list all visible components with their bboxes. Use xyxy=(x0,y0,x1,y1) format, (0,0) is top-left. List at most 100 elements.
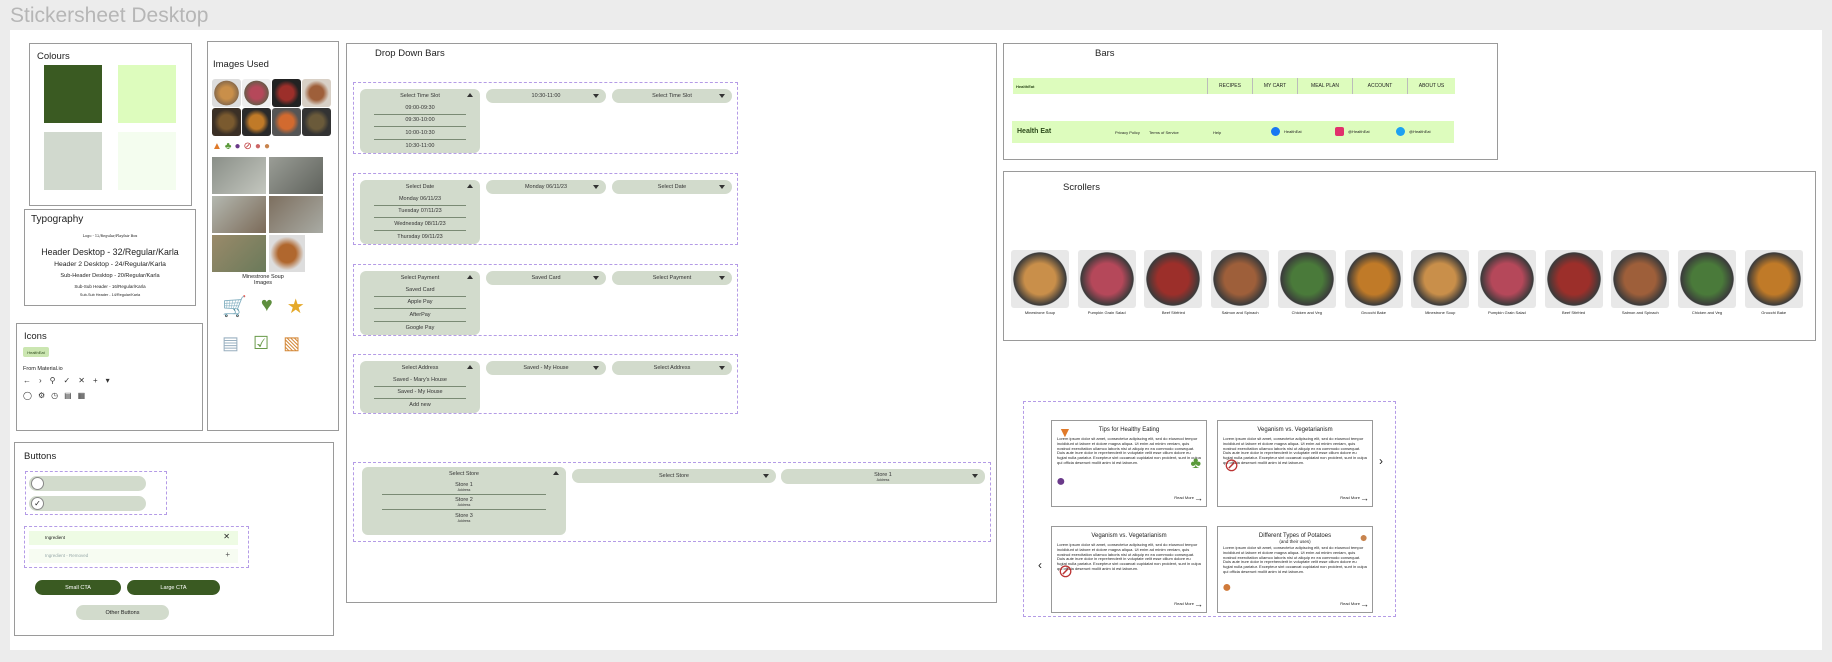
payment-dropdown-closed[interactable]: Select Payment xyxy=(612,271,732,285)
nav-item-about-us[interactable]: ABOUT US xyxy=(1407,78,1455,94)
dropdown-option[interactable]: 10:00-10:30 xyxy=(374,127,466,140)
timeslot-dropdown-selected[interactable]: 10:30-11:00 xyxy=(486,89,606,103)
store-option[interactable]: Store 1 Address xyxy=(382,480,546,495)
blog-card[interactable]: Veganism vs. Vegetarianism Lorem ipsum d… xyxy=(1217,420,1373,507)
store-option[interactable]: Store 3 Address xyxy=(382,510,546,525)
dropdown-option[interactable]: Wednesday 08/11/23 xyxy=(374,218,466,231)
blog-card[interactable]: Veganism vs. Vegetarianism Lorem ipsum d… xyxy=(1051,526,1207,613)
date-dropdown-open[interactable]: Select Date Monday 06/11/23 Tuesday 07/1… xyxy=(360,180,480,244)
type-subheader-sample: Sub-Header Desktop - 20/Regular/Karla xyxy=(60,273,160,279)
scroller-item[interactable]: Pumpkin Grain Salad xyxy=(1477,250,1536,320)
small-cta-button[interactable]: Small CTA xyxy=(35,580,121,595)
caret-down-icon[interactable]: ▾ xyxy=(106,376,110,385)
toggle-on[interactable]: ✓ xyxy=(29,496,146,511)
dropdown-option[interactable]: Thursday 09/11/23 xyxy=(374,231,466,244)
close-icon[interactable]: ✕ xyxy=(78,376,85,385)
arrow-right-icon[interactable]: → xyxy=(1194,599,1203,609)
blog-card[interactable]: Different Types of Potatoes (and their u… xyxy=(1217,526,1373,613)
scroller-item[interactable]: Chicken and Veg xyxy=(1678,250,1736,320)
timeslot-dropdown-closed[interactable]: Select Time Slot xyxy=(612,89,732,103)
arrow-right-icon[interactable]: → xyxy=(1194,493,1203,503)
dropdown-option[interactable]: 09:00-09:30 xyxy=(374,102,466,115)
dropdown-option[interactable]: Tuesday 07/11/23 xyxy=(374,206,466,219)
arrow-back-icon[interactable]: ← xyxy=(23,376,31,385)
arrow-right-icon[interactable]: → xyxy=(1360,493,1369,503)
undo-plus-icon[interactable]: + xyxy=(225,550,230,559)
clock-icon: ◷ xyxy=(51,391,59,400)
scroller-caption: Chicken and Veg xyxy=(1291,310,1322,315)
nav-item-recipes[interactable]: RECIPES xyxy=(1207,78,1252,94)
date-dropdown-selected[interactable]: Monday 06/11/23 xyxy=(486,180,606,194)
dropdown-option[interactable]: Monday 06/11/23 xyxy=(374,193,466,206)
address-dropdown-closed[interactable]: Select Address xyxy=(612,361,732,375)
dropdown-option[interactable]: Apple Pay xyxy=(374,297,466,310)
dropdown-option[interactable]: Add new xyxy=(374,399,466,412)
timeslot-dropdown-open[interactable]: Select Time Slot 09:00-09:30 09:30-10:00… xyxy=(360,89,480,153)
dropdown-option[interactable]: Saved - Mary's House xyxy=(374,374,466,387)
store-dropdown-selected[interactable]: Store 1 Address xyxy=(781,469,985,484)
payment-dropdown-open[interactable]: Select Payment Saved Card Apple Pay Afte… xyxy=(360,271,480,335)
store-option[interactable]: Store 2 Address xyxy=(382,495,546,510)
dropdown-option[interactable]: Saved Card xyxy=(374,284,466,297)
dropdown-option[interactable]: 09:30-10:00 xyxy=(374,115,466,128)
large-cta-button[interactable]: Large CTA xyxy=(127,580,220,595)
address-dropdown-selected[interactable]: Saved - My House xyxy=(486,361,606,375)
social-facebook[interactable]: HealthEat xyxy=(1271,127,1302,136)
scroller-item[interactable]: Beef Stirfried xyxy=(1544,250,1603,320)
date-dropdown-closed[interactable]: Select Date xyxy=(612,180,732,194)
read-more-link[interactable]: Read More xyxy=(1174,495,1194,500)
scroller-item[interactable]: Chicken and Veg xyxy=(1277,250,1336,320)
dropdown-option[interactable]: Saved - My House xyxy=(374,387,466,400)
dropdown-label: Select Payment xyxy=(400,274,440,281)
footer-link-privacy[interactable]: Privacy Policy xyxy=(1115,130,1140,135)
scroller-item[interactable]: Pumpkin Grain Salad xyxy=(1077,250,1136,320)
scroller-item[interactable]: Minestrone Soup xyxy=(1011,250,1069,320)
read-more-link[interactable]: Read More xyxy=(1340,495,1360,500)
dropdown-option[interactable]: Google Pay xyxy=(374,322,466,335)
payment-dropdown-selected[interactable]: Saved Card xyxy=(486,271,606,285)
nav-label: MEAL PLAN xyxy=(1311,83,1339,89)
nav-item-my-cart[interactable]: MY CART xyxy=(1252,78,1297,94)
carousel-prev-icon[interactable]: ‹ xyxy=(1038,558,1042,572)
social-twitter[interactable]: @HealthEat xyxy=(1396,127,1431,136)
store-dropdown-open[interactable]: Select Store Store 1 Address Store 2 Addre… xyxy=(362,467,566,535)
read-more-link[interactable]: Read More xyxy=(1340,601,1360,606)
scroller-item[interactable]: Beef Stirfried xyxy=(1144,250,1203,320)
scroller-item[interactable]: Gnocchi Bake xyxy=(1344,250,1403,320)
calendar-icon: ▦ xyxy=(77,391,86,400)
toggle-off[interactable] xyxy=(29,476,146,491)
eggplant-icon: ● xyxy=(1056,473,1066,490)
nav-item-account[interactable]: ACCOUNT xyxy=(1352,78,1407,94)
other-buttons[interactable]: Other Buttons xyxy=(76,605,169,620)
scroller-item[interactable]: Salmon and Spinach xyxy=(1611,250,1670,320)
ingredient-chip[interactable]: Ingredient ✕ xyxy=(29,531,238,545)
carousel-next-icon[interactable]: › xyxy=(1379,454,1383,468)
eggplant-icon: ● xyxy=(234,141,241,152)
search-icon[interactable]: ⚲ xyxy=(50,376,56,385)
scroller-item[interactable]: Gnocchi Bake xyxy=(1744,250,1803,320)
dropdown-option[interactable]: 10:30-11:00 xyxy=(374,140,466,153)
header-logo[interactable]: HealthEat xyxy=(1016,84,1056,89)
dropdown-option[interactable]: AfterPay xyxy=(374,309,466,322)
icon-row-1: ← › ⚲ ✓ ✕ + ▾ xyxy=(23,376,110,385)
nav-item-meal-plan[interactable]: MEAL PLAN xyxy=(1297,78,1352,94)
plus-icon[interactable]: + xyxy=(93,376,98,385)
scroller-item[interactable]: Salmon and Spinach xyxy=(1211,250,1270,320)
arrow-right-icon[interactable]: → xyxy=(1360,599,1369,609)
address-dropdown-open[interactable]: Select Address Saved - Mary's House Save… xyxy=(360,361,480,413)
footer-link-help[interactable]: Help xyxy=(1213,130,1221,135)
scroller-item[interactable]: Minestrone Soup xyxy=(1411,250,1470,320)
chevron-right-icon[interactable]: › xyxy=(39,376,42,385)
footer-link-terms[interactable]: Terms of Service xyxy=(1149,130,1179,135)
store-dropdown-closed[interactable]: Select Store xyxy=(572,469,776,483)
footer-logo[interactable]: Health Eat xyxy=(1017,128,1051,135)
remove-close-icon[interactable]: ✕ xyxy=(223,532,230,541)
social-instagram[interactable]: @HealthEat xyxy=(1335,127,1370,136)
check-icon[interactable]: ✓ xyxy=(64,376,71,385)
ingredient-chip-removed[interactable]: Ingredient - Removed + xyxy=(29,549,238,563)
pot-image xyxy=(269,196,323,233)
blog-card[interactable]: Tips for Healthy Eating Lorem ipsum dolo… xyxy=(1051,420,1207,507)
colours-frame: Colours xyxy=(29,43,192,206)
pot-image xyxy=(212,235,266,272)
read-more-link[interactable]: Read More xyxy=(1174,601,1194,606)
